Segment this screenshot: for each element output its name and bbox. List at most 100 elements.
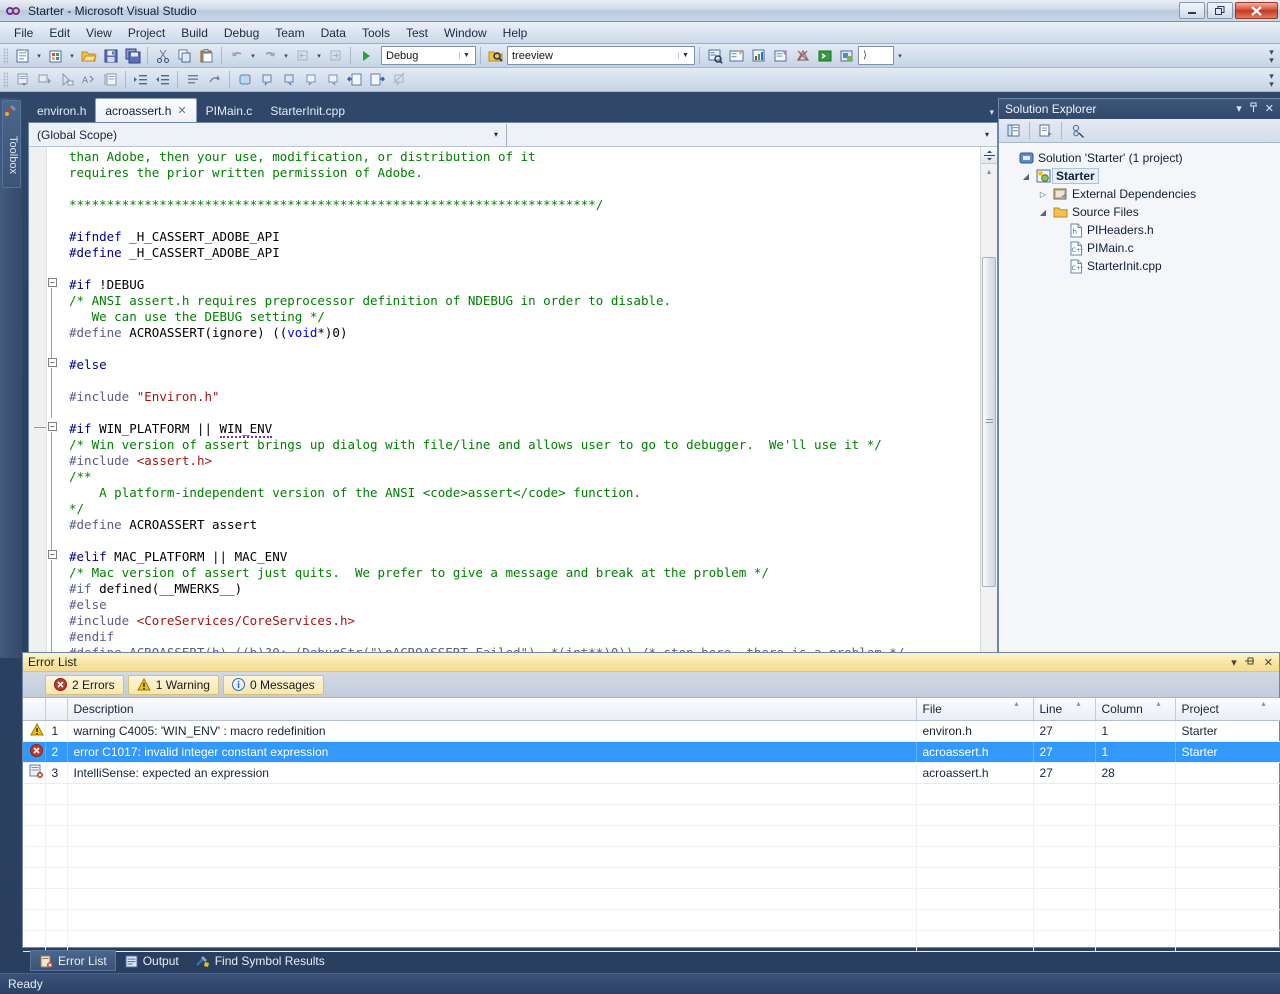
immediate-window-icon[interactable] xyxy=(836,45,857,66)
restore-button[interactable] xyxy=(1207,2,1233,19)
new-project-icon[interactable] xyxy=(12,45,33,66)
panel-menu-chevron-down-icon[interactable]: ▾ xyxy=(1236,102,1242,116)
save-icon[interactable] xyxy=(100,45,121,66)
chevron-down-icon[interactable]: ▾ xyxy=(979,130,995,139)
toolbar-grip[interactable] xyxy=(3,47,8,64)
fold-toggle-if-win-platform[interactable]: − xyxy=(48,422,57,431)
extension-manager-combo[interactable]: ⟩ xyxy=(858,46,894,65)
parameter-info-icon[interactable] xyxy=(56,69,77,90)
next-bookmark-in-folder-icon[interactable] xyxy=(322,69,343,90)
tree-node[interactable]: C++StarterInit.cpp xyxy=(1003,257,1280,275)
extension-caret-icon[interactable]: ▾ xyxy=(895,45,905,66)
bottom-tab-error-list[interactable]: Error List xyxy=(30,950,116,971)
error-list-row[interactable]: 2 error C1017: invalid integer constant e… xyxy=(23,741,1280,763)
save-all-icon[interactable] xyxy=(122,45,143,66)
complete-word-icon[interactable]: A xyxy=(78,69,99,90)
next-bookmark-icon[interactable] xyxy=(278,69,299,90)
error-list-row[interactable]: 3 IntelliSense: expected an expression acr… xyxy=(23,762,1280,784)
copy-icon[interactable] xyxy=(174,45,195,66)
tree-node[interactable]: ▷ External Dependencies xyxy=(1003,185,1280,203)
document-tab-environ-h[interactable]: environ.h xyxy=(28,100,95,122)
quick-find-combo[interactable]: treeview ▼ xyxy=(507,46,695,65)
cut-icon[interactable] xyxy=(152,45,173,66)
column-header-project[interactable]: Project ▴ xyxy=(1175,698,1280,721)
document-tab-pimain-c[interactable]: PIMain.c xyxy=(197,100,262,122)
navigate-backward-icon[interactable] xyxy=(292,45,313,66)
column-header-description[interactable]: Description xyxy=(67,698,917,721)
panel-menu-chevron-down-icon[interactable]: ▾ xyxy=(1231,656,1237,669)
scope-combo[interactable]: (Global Scope) ▾ xyxy=(29,123,507,146)
solution-explorer-icon[interactable] xyxy=(704,45,725,66)
menu-window[interactable]: Window xyxy=(436,24,495,42)
decrease-indent-icon[interactable] xyxy=(152,69,173,90)
insert-snippet-icon[interactable] xyxy=(100,69,121,90)
tree-node[interactable]: ◢ Source Files xyxy=(1003,203,1280,221)
navigate-backward-caret-icon[interactable]: ▾ xyxy=(314,45,324,66)
close-icon[interactable]: ✕ xyxy=(1264,656,1273,669)
close-button[interactable] xyxy=(1235,2,1278,19)
menu-edit[interactable]: Edit xyxy=(41,24,78,42)
column-header-file[interactable]: File ▴ xyxy=(916,698,1034,721)
error-list-row[interactable]: 1 warning C4005: 'WIN_ENV' : macro redefi… xyxy=(23,720,1280,742)
document-tab-acroassert-h[interactable]: acroassert.h ✕ xyxy=(95,98,197,122)
tree-node[interactable]: C++PIMain.c xyxy=(1003,239,1280,257)
filter-errors-button[interactable]: 2 Errors xyxy=(45,674,124,695)
view-class-diagram-icon[interactable] xyxy=(1067,120,1088,141)
column-header-number[interactable] xyxy=(45,698,68,721)
column-header-column[interactable]: Column ▴ xyxy=(1095,698,1176,721)
increase-indent-icon[interactable] xyxy=(130,69,151,90)
toggle-bookmark-icon[interactable] xyxy=(234,69,255,90)
vertical-scroll-thumb[interactable] xyxy=(982,257,996,587)
minimize-button[interactable] xyxy=(1179,2,1205,19)
menu-file[interactable]: File xyxy=(6,24,41,42)
add-new-item-icon[interactable] xyxy=(45,45,66,66)
menu-team[interactable]: Team xyxy=(267,24,312,42)
undo-caret-icon[interactable]: ▾ xyxy=(248,45,258,66)
open-file-icon[interactable] xyxy=(78,45,99,66)
solution-configuration-combo[interactable]: Debug ▼ xyxy=(381,46,476,65)
properties-icon[interactable] xyxy=(1003,120,1024,141)
chevron-down-icon[interactable]: ▾ xyxy=(488,130,504,139)
previous-bookmark-in-document-icon[interactable] xyxy=(344,69,365,90)
filter-messages-button[interactable]: 0 Messages xyxy=(222,674,324,695)
split-view-icon[interactable] xyxy=(981,147,997,164)
previous-bookmark-in-folder-icon[interactable] xyxy=(300,69,321,90)
member-combo[interactable]: ▾ xyxy=(507,123,997,146)
column-header-line[interactable]: Line ▴ xyxy=(1033,698,1096,721)
scroll-up-arrow-icon[interactable]: ▴ xyxy=(981,164,997,179)
tab-overflow-chevron-down-icon[interactable]: ▾ xyxy=(989,107,994,118)
chevron-down-icon[interactable]: ▼ xyxy=(459,52,473,59)
column-header-icon[interactable] xyxy=(23,698,46,721)
menu-tools[interactable]: Tools xyxy=(354,24,398,42)
menu-test[interactable]: Test xyxy=(398,24,436,42)
expand-chevron-right-icon[interactable]: ▷ xyxy=(1037,190,1049,199)
undo-icon[interactable] xyxy=(226,45,247,66)
display-all-members-icon[interactable] xyxy=(12,69,33,90)
quick-info-icon[interactable] xyxy=(34,69,55,90)
document-tab-starterinit-cpp[interactable]: StarterInit.cpp xyxy=(261,100,354,122)
redo-caret-icon[interactable]: ▾ xyxy=(281,45,291,66)
toolbox-icon[interactable] xyxy=(770,45,791,66)
bottom-tab-output[interactable]: Output xyxy=(116,950,187,971)
next-bookmark-in-document-icon[interactable] xyxy=(366,69,387,90)
bottom-tab-find-symbol-results[interactable]: Find Symbol Results xyxy=(187,950,333,971)
show-all-files-icon[interactable] xyxy=(1035,120,1056,141)
command-window-icon[interactable] xyxy=(814,45,835,66)
redo-icon[interactable] xyxy=(259,45,280,66)
pin-icon[interactable] xyxy=(1249,102,1258,116)
fold-toggle-else[interactable]: − xyxy=(48,358,57,367)
collapse-chevron-down-icon[interactable]: ◢ xyxy=(1020,172,1032,181)
previous-bookmark-icon[interactable] xyxy=(256,69,277,90)
solution-tree[interactable]: Solution 'Starter' (1 project) ◢ Starter ▷ E… xyxy=(999,143,1280,275)
menu-view[interactable]: View xyxy=(78,24,120,42)
toolbox-tab[interactable]: Toolbox xyxy=(2,100,21,188)
menu-data[interactable]: Data xyxy=(313,24,354,42)
object-browser-icon[interactable] xyxy=(748,45,769,66)
add-new-item-caret-icon[interactable]: ▾ xyxy=(67,45,77,66)
uncomment-selection-icon[interactable] xyxy=(204,69,225,90)
close-icon[interactable]: ✕ xyxy=(177,104,186,117)
menu-help[interactable]: Help xyxy=(495,24,536,42)
collapse-chevron-down-icon[interactable]: ◢ xyxy=(1037,208,1049,217)
pin-icon[interactable] xyxy=(1244,656,1256,669)
filter-warnings-button[interactable]: 1 Warning xyxy=(127,674,219,695)
